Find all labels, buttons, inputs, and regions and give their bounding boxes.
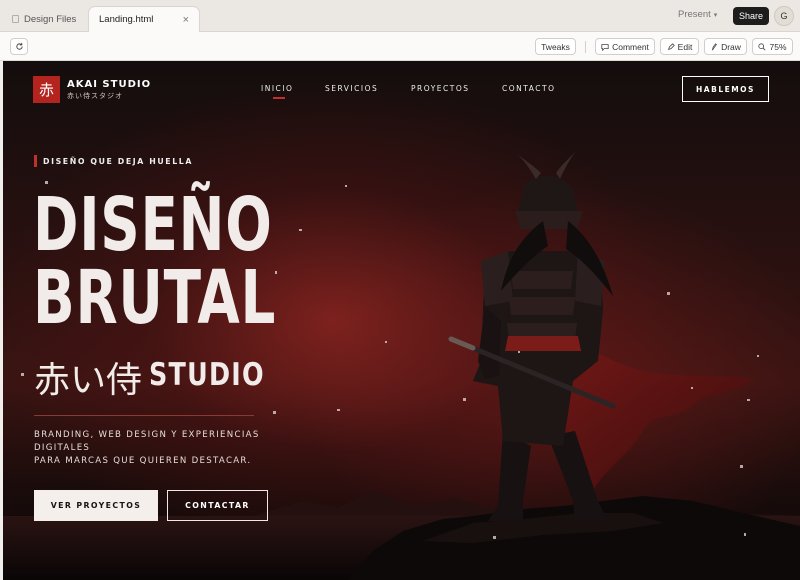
toolbar: Tweaks Comment Edit Draw 75% xyxy=(0,32,800,61)
hero-description-line: DIGITALES xyxy=(34,443,91,453)
ver-proyectos-button[interactable]: VER PROYECTOS xyxy=(34,490,158,521)
pen-icon xyxy=(712,42,718,50)
hero-headline-line-1: DISEÑO xyxy=(33,182,273,268)
nav-link-proyectos[interactable]: PROYECTOS xyxy=(411,84,470,93)
tab-label: Landing.html xyxy=(99,14,154,25)
hero-divider xyxy=(34,415,254,416)
draw-button[interactable]: Draw xyxy=(704,38,747,55)
tab-landing[interactable]: Landing.html × xyxy=(88,6,200,32)
file-icon xyxy=(12,15,19,23)
comment-icon xyxy=(601,43,609,51)
edit-label: Edit xyxy=(677,41,693,52)
brand-subtitle: 赤い侍スタジオ xyxy=(67,92,123,100)
hero-description-line: PARA MARCAS QUE QUIEREN DESTACAR. xyxy=(34,456,252,466)
eyebrow-accent xyxy=(34,155,37,167)
hablemos-button[interactable]: HABLEMOS xyxy=(682,76,769,102)
hero-studio-word: STUDIO xyxy=(149,357,265,393)
tab-label: Design Files xyxy=(24,13,77,25)
zoom-label: 75% xyxy=(769,41,787,52)
tweaks-button[interactable]: Tweaks xyxy=(535,38,576,55)
edit-button[interactable]: Edit xyxy=(660,38,699,55)
reload-icon xyxy=(15,42,23,50)
close-icon[interactable]: × xyxy=(183,14,189,26)
tab-design-files[interactable]: Design Files xyxy=(12,6,76,32)
hero-description-line: BRANDING, WEB DESIGN Y EXPERIENCIAS xyxy=(34,430,260,440)
hero-headline-line-2: BRUTAL xyxy=(33,255,277,341)
magnifier-icon xyxy=(758,42,766,50)
contactar-button[interactable]: CONTACTAR xyxy=(167,490,268,521)
nav-link-servicios[interactable]: SERVICIOS xyxy=(325,84,378,93)
comment-label: Comment xyxy=(612,41,649,52)
hero-eyebrow: DISEÑO QUE DEJA HUELLA xyxy=(43,157,193,166)
share-button[interactable]: Share xyxy=(733,7,769,25)
avatar[interactable]: G xyxy=(774,6,794,26)
chevron-down-icon: ▾ xyxy=(713,11,718,19)
present-button[interactable]: Present ▾ xyxy=(678,9,717,20)
zoom-button[interactable]: 75% xyxy=(752,38,793,55)
hero-japanese-title: 赤い侍 xyxy=(34,360,143,401)
reload-button[interactable] xyxy=(10,38,28,55)
present-label: Present xyxy=(678,9,711,20)
tab-bar: Design Files Landing.html × Present ▾ Sh… xyxy=(0,0,800,32)
hero-description: BRANDING, WEB DESIGN Y EXPERIENCIAS DIGI… xyxy=(34,429,274,468)
logo-mark[interactable]: 赤 xyxy=(33,76,60,103)
pencil-icon xyxy=(667,42,675,50)
nav-active-indicator xyxy=(273,97,285,99)
brand-name[interactable]: AKAI STUDIO xyxy=(67,79,151,90)
comment-button[interactable]: Comment xyxy=(595,38,655,55)
toolbar-divider xyxy=(585,41,586,53)
nav-link-contacto[interactable]: CONTACTO xyxy=(502,84,555,93)
design-canvas[interactable]: 赤 AKAI STUDIO 赤い侍スタジオ INICIO SERVICIOS P… xyxy=(3,61,800,580)
nav-link-inicio[interactable]: INICIO xyxy=(261,84,293,93)
draw-label: Draw xyxy=(721,41,741,52)
